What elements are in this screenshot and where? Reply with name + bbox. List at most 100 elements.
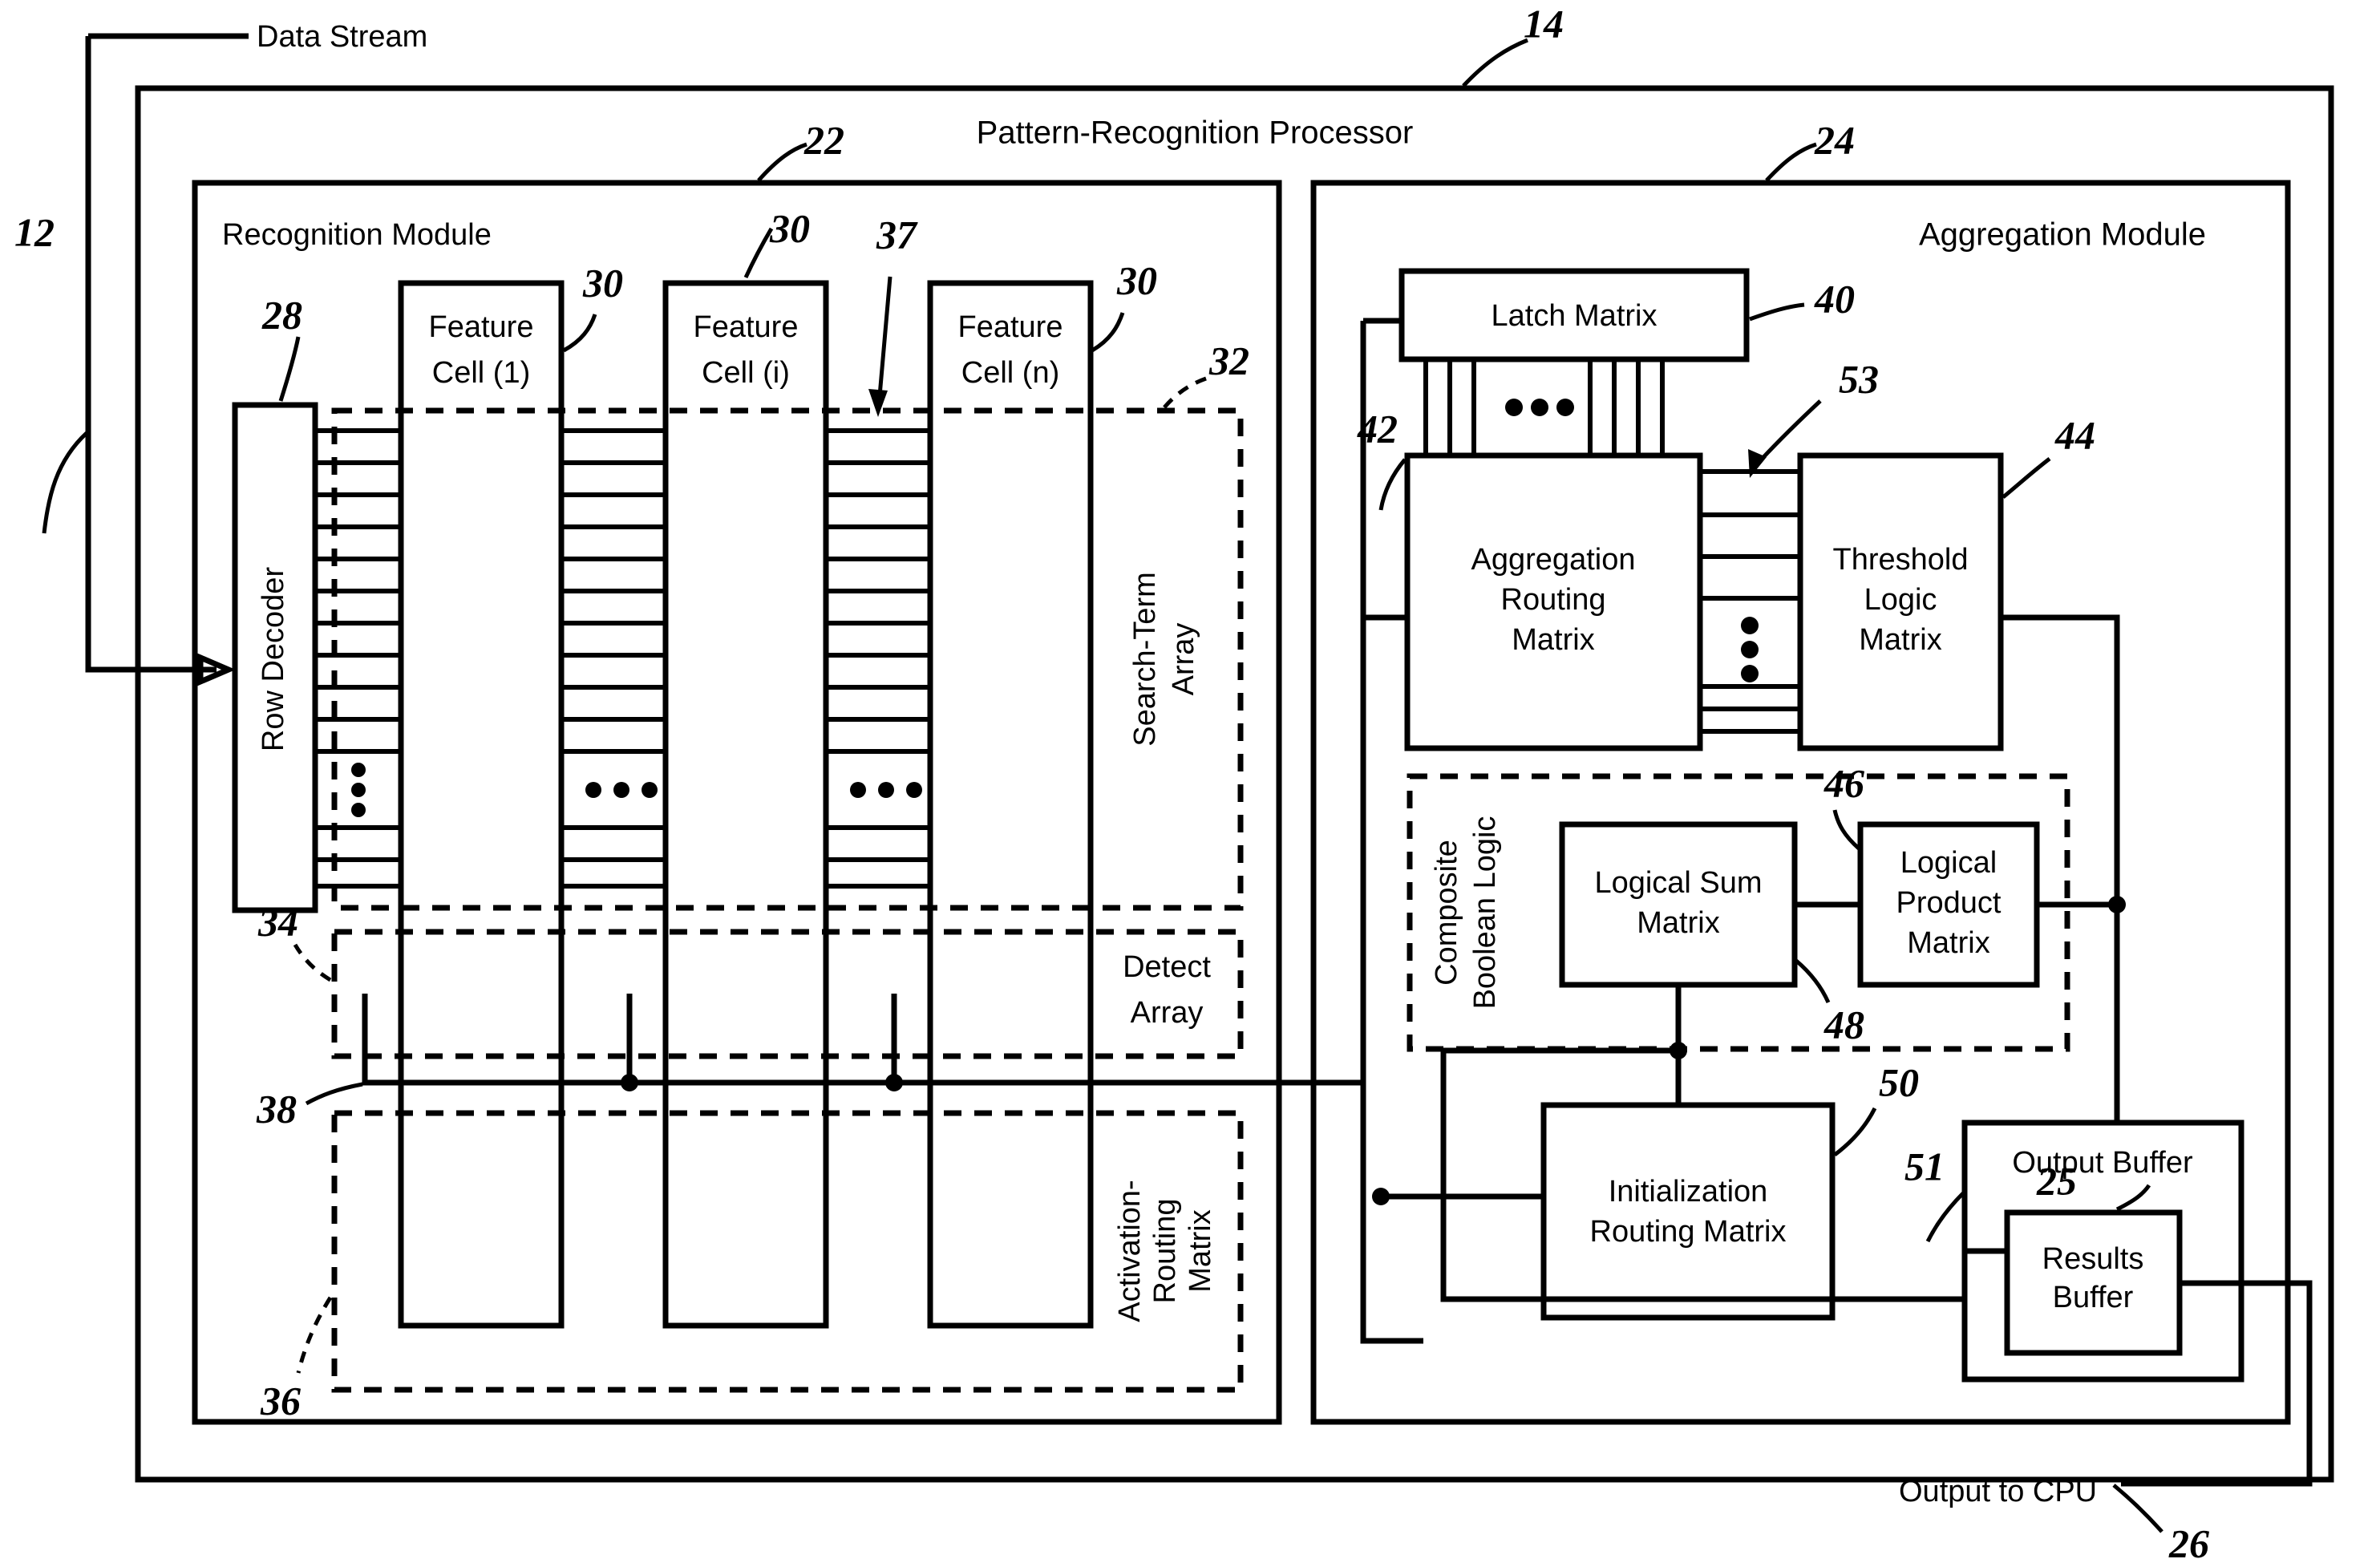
ref-30-a: 30 [582, 260, 623, 305]
ref-30-b: 30 [769, 205, 810, 250]
row-decoder-label: Row Decoder [257, 567, 290, 752]
activation-routing-label-2: Routing [1148, 1199, 1182, 1304]
aggregation-routing-label-2: Routing [1501, 583, 1606, 617]
leader-50 [1833, 1107, 1877, 1156]
search-term-array-label-1: Search-Term [1128, 572, 1162, 747]
ref-25: 25 [2036, 1158, 2077, 1203]
aggregation-routing-label-3: Matrix [1512, 623, 1594, 657]
page-title: Pattern-Recognition Processor [977, 115, 1414, 151]
logical-product-matrix[interactable]: Logical Product Matrix [1857, 821, 2040, 988]
ref-28: 28 [261, 292, 302, 337]
leader-42 [1378, 458, 1407, 511]
ref-14: 14 [1524, 1, 1564, 46]
logical-product-label-3: Matrix [1907, 926, 1989, 960]
leader-51 [1925, 1192, 1965, 1243]
ref-36: 36 [260, 1378, 301, 1423]
leader-38 [305, 1082, 363, 1106]
aggregation-routing-matrix[interactable]: Aggregation Routing Matrix [1404, 452, 1703, 751]
leader-40 [1749, 302, 1805, 322]
feature-cell-1-label-1: Feature [429, 310, 534, 344]
detect-array-label-1: Detect [1123, 950, 1211, 984]
threshold-bus [1698, 469, 1803, 734]
logical-sum-label-2: Matrix [1637, 906, 1719, 940]
ref-22: 22 [803, 117, 844, 162]
leader-24 [1765, 142, 1817, 182]
ref-38: 38 [256, 1086, 297, 1131]
leader-30b [743, 227, 774, 279]
leader-34 [293, 943, 332, 982]
threshold-logic-label-3: Matrix [1859, 623, 1941, 657]
leader-26 [2112, 1484, 2163, 1533]
ref-44: 44 [2054, 412, 2095, 457]
ref-46: 46 [1823, 760, 1864, 805]
initialization-routing-label-1: Initialization [1609, 1175, 1768, 1209]
feature-cell-i-label-2: Cell (i) [702, 356, 790, 390]
results-buffer-label-1: Results [2042, 1242, 2144, 1276]
detect-array-box [331, 929, 1244, 1059]
ref-12: 12 [14, 209, 55, 254]
feature-cell-i[interactable]: Feature Cell (i) [662, 280, 829, 1329]
search-term-rows-cell-i [561, 428, 666, 889]
figure-canvas: Data Stream 12 14 Pattern-Recognition Pr… [0, 0, 2380, 1567]
feature-cell-n-label-1: Feature [958, 310, 1063, 344]
leader-44 [2002, 457, 2051, 499]
threshold-logic-label-1: Threshold [1833, 543, 1969, 577]
results-buffer[interactable]: Results Buffer [2004, 1209, 2183, 1356]
results-buffer-label-2: Buffer [2053, 1281, 2134, 1314]
ref-50: 50 [1879, 1059, 1919, 1104]
ref-24: 24 [1814, 117, 1855, 162]
patent-block-diagram: Data Stream 12 14 Pattern-Recognition Pr… [14, 1, 2334, 1565]
aggregation-routing-label-1: Aggregation [1471, 543, 1636, 577]
search-term-rows-cell-n [826, 428, 930, 889]
ref-51: 51 [1904, 1144, 1945, 1188]
detect-array-label-2: Array [1131, 996, 1204, 1030]
recognition-module-title: Recognition Module [222, 218, 492, 252]
ref-40: 40 [1814, 276, 1855, 321]
composite-boolean-label-2: Boolean Logic [1468, 816, 1502, 1010]
leader-30a [562, 314, 597, 353]
leader-36 [296, 1296, 333, 1374]
leader-22 [757, 142, 808, 182]
search-term-array-label-2: Array [1167, 623, 1200, 696]
pattern-recognition-processor-box [135, 85, 2334, 1483]
activation-routing-matrix-box [331, 1110, 1244, 1393]
latch-matrix[interactable]: Latch Matrix [1398, 268, 1750, 362]
ref-32: 32 [1208, 338, 1249, 383]
ref-37: 37 [876, 212, 918, 257]
initialization-routing-label-2: Routing Matrix [1590, 1215, 1787, 1249]
ref-30-c: 30 [1116, 257, 1157, 302]
row-decoder-wordlines [315, 407, 403, 910]
aggregation-module-box [1310, 180, 2291, 1425]
leader-46 [1832, 809, 1860, 850]
leader-28 [278, 336, 301, 402]
latch-matrix-label: Latch Matrix [1492, 299, 1658, 333]
feature-cell-n-label-2: Cell (n) [961, 356, 1059, 390]
ref-48: 48 [1823, 1002, 1864, 1047]
threshold-logic-matrix[interactable]: Threshold Logic Matrix [1797, 452, 2004, 751]
feature-cell-n[interactable]: Feature Cell (n) [927, 280, 1094, 1329]
logical-sum-matrix[interactable]: Logical Sum Matrix [1559, 821, 1798, 988]
output-to-cpu-label: Output to CPU [1899, 1475, 2097, 1508]
ref-26: 26 [2168, 1520, 2209, 1565]
ref-53: 53 [1839, 356, 1879, 401]
leader-37 [876, 276, 892, 406]
leader-32 [1163, 375, 1212, 409]
logical-product-label-2: Product [1896, 886, 2002, 920]
activation-routing-label-3: Matrix [1184, 1209, 1217, 1292]
leader-30c [1091, 312, 1125, 353]
leader-25 [2115, 1184, 2151, 1212]
activation-routing-label-1: Activation- [1113, 1180, 1147, 1322]
aggregation-module-title: Aggregation Module [1919, 217, 2206, 253]
initialization-routing-matrix[interactable]: Initialization Routing Matrix [1540, 1102, 1836, 1321]
feature-cell-1[interactable]: Feature Cell (1) [398, 280, 565, 1329]
latch-to-aggregation-bus [1423, 359, 1665, 456]
detect-array-stubs [362, 670, 1366, 1091]
threshold-logic-label-2: Logic [1864, 583, 1937, 617]
logical-sum-label-1: Logical Sum [1594, 866, 1762, 900]
ref-34: 34 [257, 899, 298, 944]
logical-product-label-1: Logical [1900, 846, 1997, 880]
data-stream-label: Data Stream [257, 20, 427, 54]
composite-boolean-label-1: Composite [1430, 840, 1463, 986]
aggregation-wiring [1360, 321, 2313, 1427]
leader-48 [1795, 959, 1831, 1004]
